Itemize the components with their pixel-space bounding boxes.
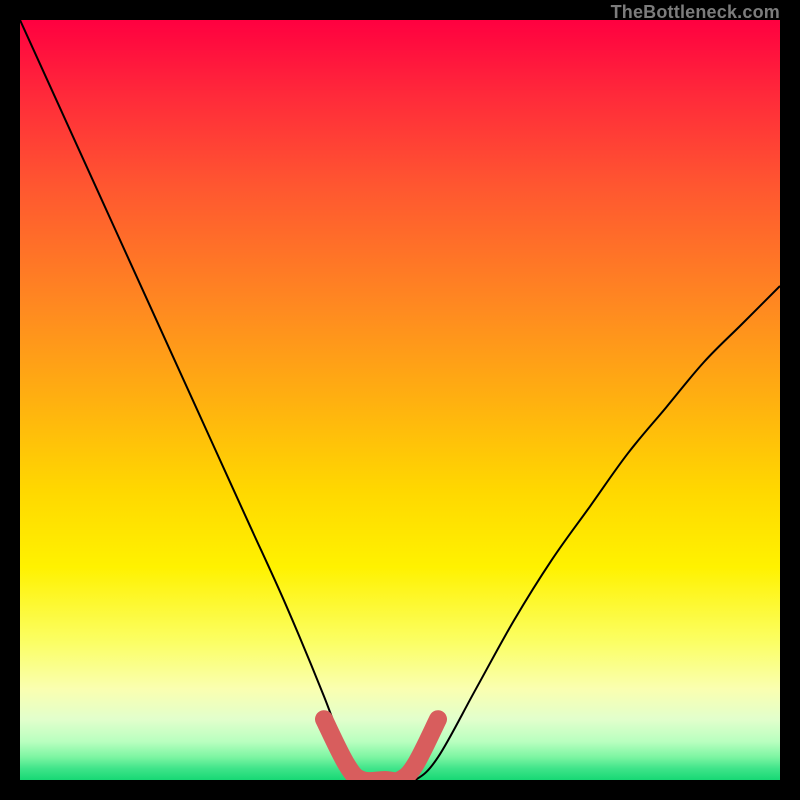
curve-layer [20, 20, 780, 780]
bottleneck-curve [20, 20, 780, 780]
plot-area [20, 20, 780, 780]
chart-frame: TheBottleneck.com [0, 0, 800, 800]
optimal-dip-highlight [324, 719, 438, 780]
